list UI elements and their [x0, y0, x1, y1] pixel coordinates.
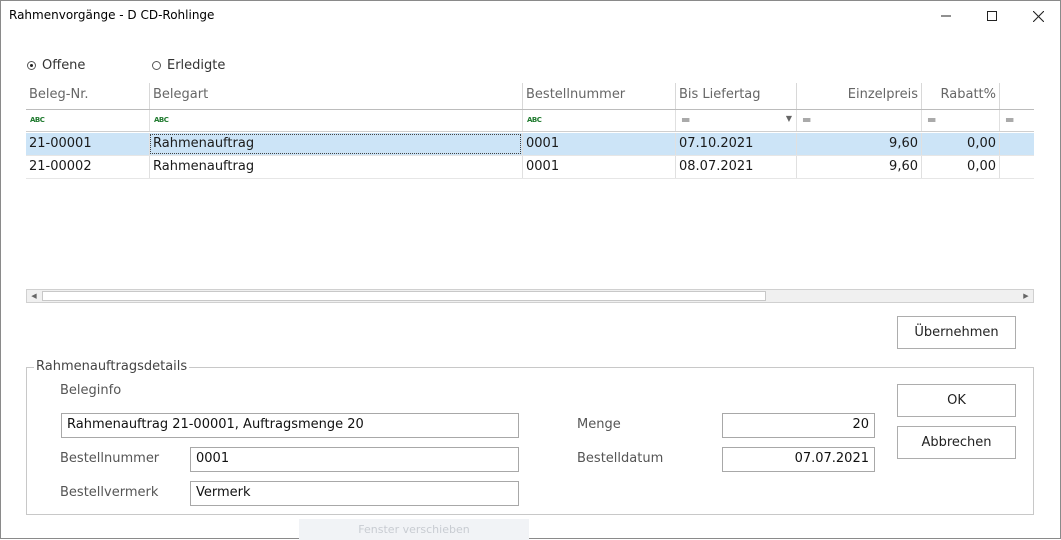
radio-offene[interactable]: Offene — [27, 58, 85, 73]
maximize-icon — [987, 11, 997, 21]
background-hint: Fenster verschieben — [299, 519, 529, 540]
column-header-beleg-nr[interactable]: Beleg-Nr. — [26, 83, 149, 109]
cell-bis-liefertag[interactable]: 07.10.2021 — [675, 133, 796, 155]
cell-bis-liefertag[interactable]: 08.07.2021 — [675, 156, 796, 178]
scrollbar-thumb[interactable] — [42, 291, 766, 301]
ok-button[interactable]: OK — [897, 384, 1016, 417]
radio-unselected-icon — [152, 61, 161, 70]
table-row[interactable]: 21-00001 Rahmenauftrag 0001 07.10.2021 9… — [26, 133, 1034, 156]
apply-button[interactable]: Übernehmen — [897, 316, 1016, 349]
bestellnummer-label: Bestellnummer — [60, 451, 160, 466]
menge-field[interactable]: 20 — [722, 413, 875, 438]
cell-bestellnummer[interactable]: 0001 — [522, 156, 675, 178]
cell-belegart[interactable]: Rahmenauftrag — [149, 133, 522, 155]
filter-rabatt[interactable]: ═ — [921, 110, 999, 131]
column-header-belegart[interactable]: Belegart — [149, 83, 522, 109]
table-row[interactable]: 21-00002 Rahmenauftrag 0001 08.07.2021 9… — [26, 156, 1034, 179]
cancel-button[interactable]: Abbrechen — [897, 426, 1016, 459]
details-group — [26, 367, 1034, 515]
column-header-bis-liefertag[interactable]: Bis Liefertag — [675, 83, 796, 109]
equals-filter-icon: ═ — [682, 113, 690, 127]
cell-beleg-nr[interactable]: 21-00001 — [26, 133, 149, 155]
maximize-button[interactable] — [969, 1, 1015, 31]
scroll-left-arrow-icon[interactable]: ◀ — [27, 290, 41, 302]
radio-offene-label: Offene — [42, 58, 86, 73]
bestelldatum-field[interactable]: 07.07.2021 — [722, 447, 875, 472]
column-header-overflow — [999, 83, 1034, 109]
cell-overflow[interactable] — [999, 133, 1034, 155]
bestellnummer-field[interactable]: 0001 — [190, 447, 519, 472]
text-filter-icon: ABC — [154, 116, 169, 124]
beleginfo-field[interactable]: Rahmenauftrag 21-00001, Auftragsmenge 20 — [61, 413, 519, 438]
cell-beleg-nr[interactable]: 21-00002 — [26, 156, 149, 178]
filter-belegart[interactable]: ABC — [149, 110, 522, 131]
close-button[interactable] — [1015, 1, 1061, 31]
minimize-button[interactable] — [923, 1, 969, 31]
cell-overflow[interactable] — [999, 156, 1034, 178]
menge-label: Menge — [577, 417, 621, 432]
column-header-bestellnummer[interactable]: Bestellnummer — [522, 83, 675, 109]
text-filter-icon: ABC — [527, 116, 542, 124]
equals-filter-icon: ═ — [928, 113, 936, 127]
horizontal-scrollbar[interactable]: ◀ ▶ — [26, 289, 1034, 303]
filter-bestellnummer[interactable]: ABC — [522, 110, 675, 131]
cell-rabatt[interactable]: 0,00 — [921, 133, 999, 155]
cell-einzelpreis[interactable]: 9,60 — [796, 133, 921, 155]
window-title: Rahmenvorgänge - D CD-Rohlinge — [9, 8, 215, 22]
filter-einzelpreis[interactable]: ═ — [796, 110, 921, 131]
radio-erledigte[interactable]: Erledigte — [152, 58, 225, 73]
cell-rabatt[interactable]: 0,00 — [921, 156, 999, 178]
chevron-down-icon: ▼ — [785, 114, 792, 123]
cell-einzelpreis[interactable]: 9,60 — [796, 156, 921, 178]
radio-selected-icon — [27, 61, 36, 70]
minimize-icon — [941, 15, 951, 17]
column-header-einzelpreis[interactable]: Einzelpreis — [796, 83, 921, 109]
equals-filter-icon: ═ — [803, 113, 811, 127]
close-icon — [1032, 10, 1044, 22]
cell-belegart[interactable]: Rahmenauftrag — [149, 156, 522, 178]
bestellvermerk-label: Bestellvermerk — [60, 485, 159, 500]
filter-beleg-nr[interactable]: ABC — [26, 110, 149, 131]
equals-filter-icon: ═ — [1006, 113, 1014, 127]
cell-bestellnummer[interactable]: 0001 — [522, 133, 675, 155]
filter-overflow[interactable]: ═ — [999, 110, 1034, 131]
column-header-rabatt[interactable]: Rabatt% — [921, 83, 999, 109]
beleginfo-label: Beleginfo — [60, 383, 122, 398]
text-filter-icon: ABC — [30, 116, 45, 124]
frame-orders-grid: Beleg-Nr. Belegart Bestellnummer Bis Lie… — [26, 83, 1034, 303]
bestelldatum-label: Bestelldatum — [577, 451, 664, 466]
title-bar: Rahmenvorgänge - D CD-Rohlinge — [1, 1, 1060, 31]
filter-bis-liefertag[interactable]: ═ ▼ — [675, 110, 796, 131]
bestellvermerk-field[interactable]: Vermerk — [190, 481, 519, 506]
radio-erledigte-label: Erledigte — [167, 58, 226, 73]
scroll-right-arrow-icon[interactable]: ▶ — [1019, 290, 1033, 302]
details-group-title: Rahmenauftragsdetails — [34, 359, 190, 374]
filter-row: ABC ABC ABC ═ ▼ ═ ═ ═ — [26, 110, 1034, 132]
dialog-window: Rahmenvorgänge - D CD-Rohlinge Offene Er… — [0, 0, 1061, 540]
